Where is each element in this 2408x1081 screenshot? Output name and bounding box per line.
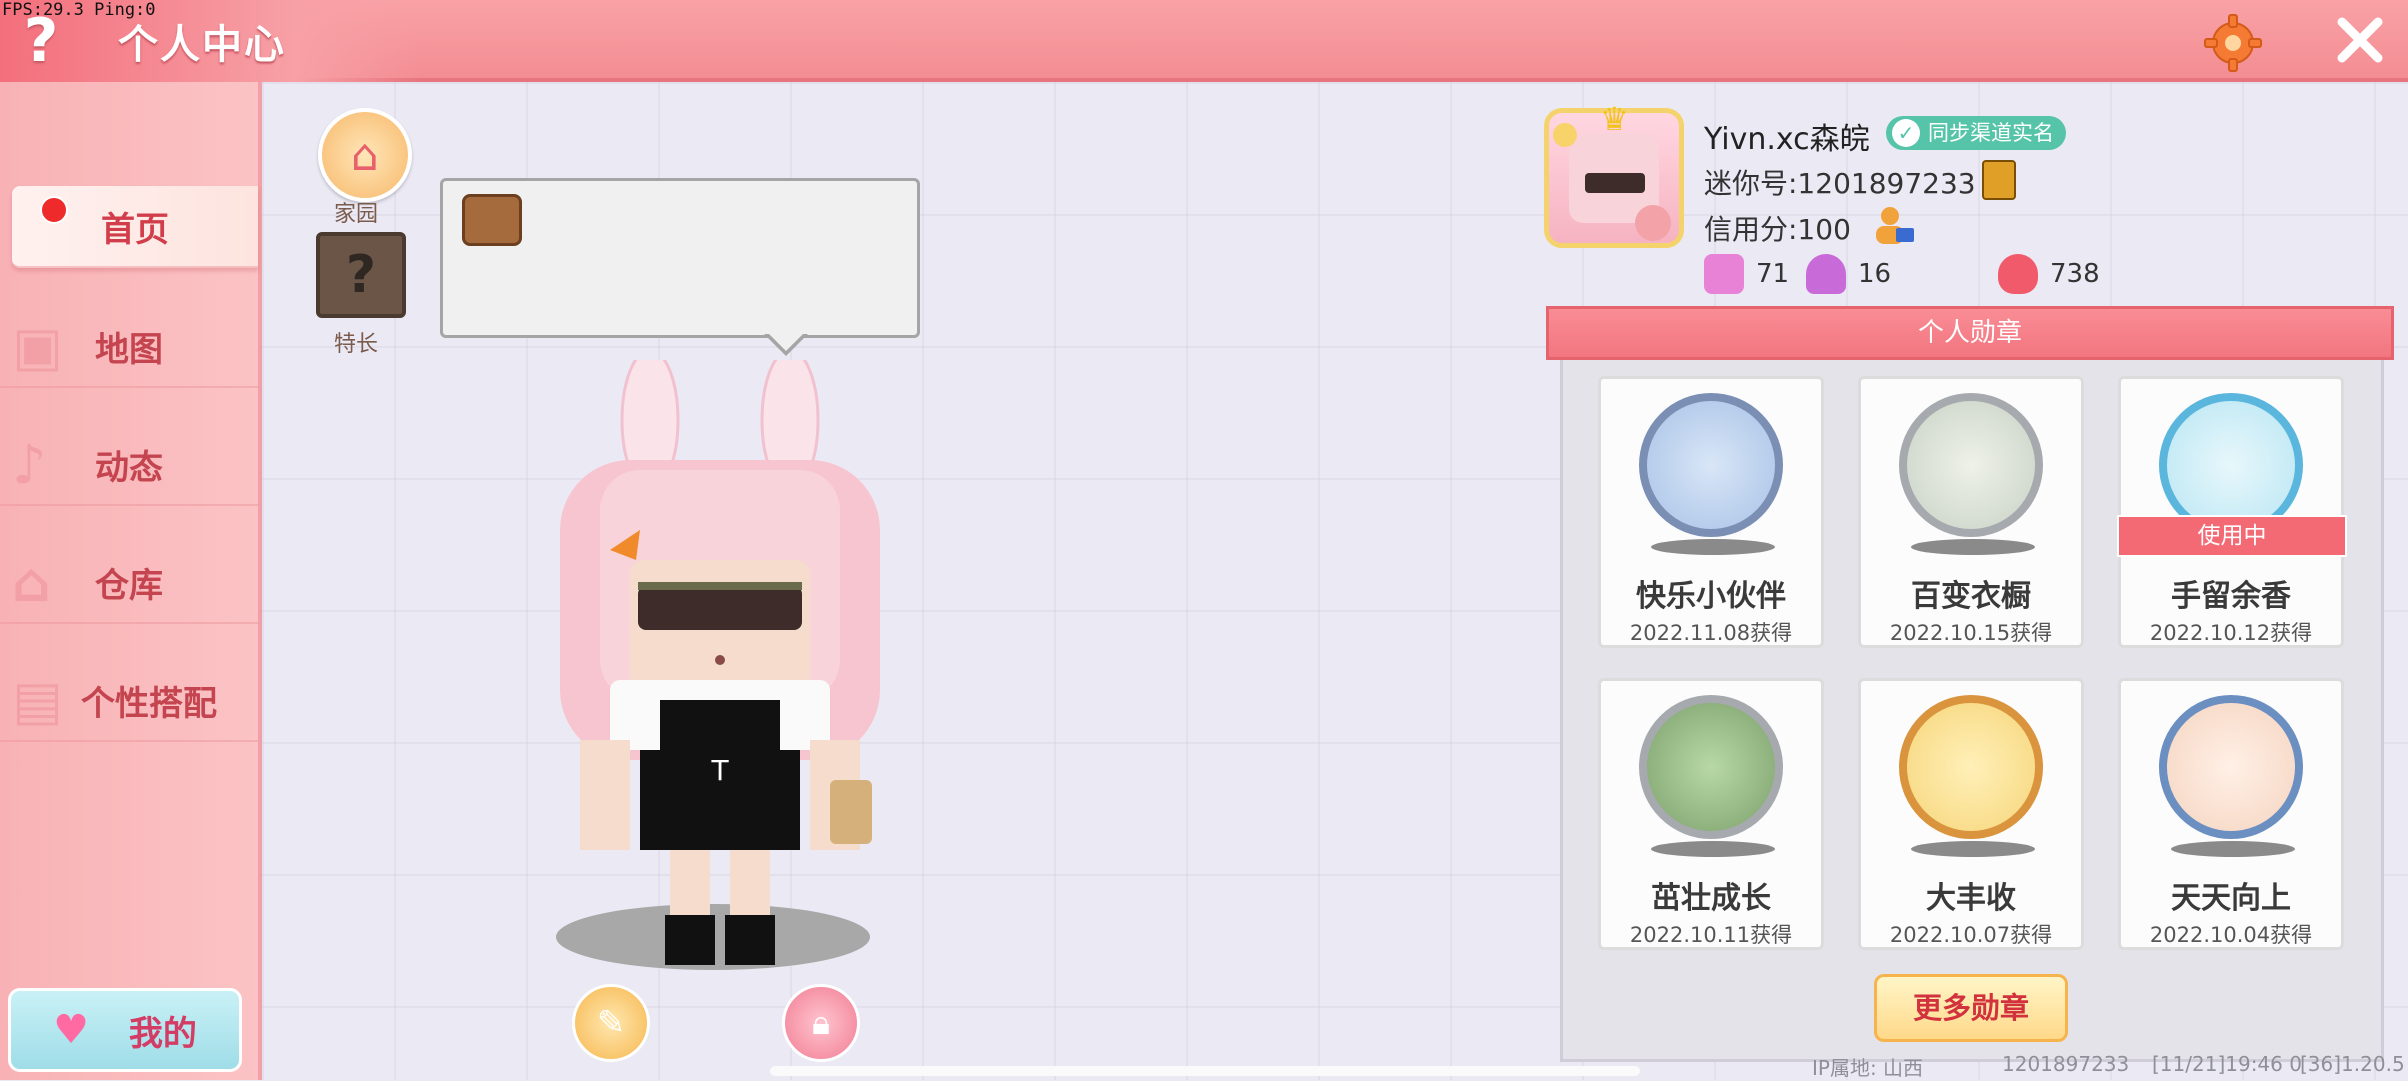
sidebar-item-feed[interactable]: ♪ 动态: [0, 424, 258, 506]
fps-readout: FPS:29.3 Ping:0: [2, 0, 156, 20]
badge-card[interactable]: 天天向上 2022.10.04获得: [2118, 678, 2344, 950]
badge-date: 2022.10.07获得: [1889, 923, 2053, 947]
house-icon: ⌂: [351, 129, 379, 181]
badge-stand: [1911, 539, 2035, 555]
wardrobe-medal-icon: [1899, 393, 2043, 537]
home-indicator: [770, 1066, 1640, 1076]
growth-medal-icon: [1639, 695, 1783, 839]
badge-section-header: 个人勋章: [1546, 306, 2394, 360]
copy-icon[interactable]: [1982, 160, 2016, 200]
edit-button[interactable]: ✎: [572, 984, 650, 1062]
footer-time: [11/21]19:46 0: [2152, 1052, 2302, 1076]
warehouse-icon: ⌂: [12, 550, 51, 614]
footer-version: [36]1.20.5: [2300, 1052, 2405, 1076]
stat-bookmark: 71: [1704, 254, 1789, 294]
badge-date: 2022.11.08获得: [1629, 621, 1793, 645]
badge-stand: [1911, 841, 2035, 857]
gear-icon[interactable]: [2202, 12, 2264, 74]
crown-icon: ♛: [1600, 100, 1629, 138]
badge-name: 茁壮成长: [1651, 881, 1771, 916]
bell-icon: ♪: [12, 432, 47, 496]
stat-popularity-value: 738: [2050, 259, 2100, 289]
bubble-tail-inner: [768, 333, 804, 351]
badge-stand: [1651, 539, 1775, 555]
sidebar: 首页 ▣ 地图 ♪ 动态 ⌂ 仓库 ▤ 个性搭配: [0, 82, 262, 1080]
badge-name: 大丰收: [1926, 881, 2016, 916]
badge-stand: [1651, 841, 1775, 857]
credit-person-icon[interactable]: [1872, 204, 1916, 246]
stat-popularity: 738: [1998, 254, 2100, 294]
bookmark-plus-icon: [1704, 254, 1744, 294]
badge-card[interactable]: 快乐小伙伴 2022.11.08获得: [1598, 376, 1824, 648]
badge-name: 百变衣橱: [1911, 579, 2031, 614]
friends-medal-icon: [1639, 393, 1783, 537]
pencil-icon: ✎: [596, 1003, 626, 1043]
question-block-icon: ?: [345, 245, 377, 305]
sidebar-item-warehouse[interactable]: ⌂ 仓库: [0, 542, 258, 624]
stat-fans-value: 16: [1858, 259, 1892, 289]
sidebar-item-map[interactable]: ▣ 地图: [0, 306, 258, 388]
lock-button[interactable]: 🔒︎: [782, 984, 860, 1062]
my-button-label: 我的: [128, 1013, 197, 1054]
person-check-icon: ✓: [1892, 119, 1920, 147]
sidebar-item-label: 首页: [101, 209, 169, 250]
heart-icon: ♥: [53, 1007, 89, 1053]
sidebar-item-label: 个性搭配: [81, 683, 217, 724]
avatar-character[interactable]: T: [520, 360, 920, 980]
home-label: 家园: [334, 202, 379, 227]
close-icon[interactable]: [2330, 10, 2390, 70]
badge-date: 2022.10.15获得: [1889, 621, 2053, 645]
badge-stand: [2171, 841, 2295, 857]
fans-icon: [1806, 254, 1846, 294]
home-button[interactable]: ⌂: [318, 108, 412, 202]
badge-date: 2022.10.11获得: [1629, 923, 1793, 947]
lock-icon: 🔒︎: [811, 1003, 831, 1043]
svg-text:T: T: [710, 754, 729, 787]
more-badges-button[interactable]: 更多勋章: [1874, 974, 2068, 1042]
badge-card[interactable]: 使用中 手留余香 2022.10.12获得: [2117, 376, 2347, 648]
badge-name: 手留余香: [2171, 579, 2291, 614]
my-button[interactable]: ♥ 我的: [8, 988, 242, 1072]
sidebar-item-label: 仓库: [95, 565, 163, 606]
ip-location: IP属地: 山西: [1812, 1056, 1924, 1080]
badge-date: 2022.10.12获得: [2149, 621, 2313, 645]
stat-fans: 16: [1806, 254, 1891, 294]
map-icon: ▣: [12, 314, 64, 378]
skill-label: 特长: [334, 332, 379, 357]
stat-bookmark-value: 71: [1756, 259, 1790, 289]
badge-card[interactable]: 百变衣橱 2022.10.15获得: [1858, 376, 2084, 648]
outfit-icon: ▤: [12, 668, 64, 732]
badge-date: 2022.10.04获得: [2149, 923, 2313, 947]
footer-uid: 1201897233: [2002, 1052, 2130, 1076]
skill-button[interactable]: ?: [316, 232, 406, 318]
credit-score: 信用分:100: [1704, 213, 1851, 246]
sidebar-item-label: 动态: [95, 447, 163, 488]
page-title: 个人中心: [118, 22, 286, 68]
harvest-medal-icon: [1899, 695, 2043, 839]
top-bar: ? 个人中心: [0, 0, 2408, 82]
badge-name: 天天向上: [2171, 881, 2291, 916]
daily-up-medal-icon: [2159, 695, 2303, 839]
username: Yivn.xc森皖: [1704, 122, 1870, 157]
verify-label: 同步渠道实名: [1928, 121, 2054, 145]
sidebar-item-outfit[interactable]: ▤ 个性搭配: [0, 660, 258, 742]
in-use-ribbon: 使用中: [2117, 515, 2347, 557]
badge-name: 快乐小伙伴: [1636, 579, 1786, 614]
mini-id: 迷你号:1201897233: [1704, 167, 1976, 200]
badge-card[interactable]: 大丰收 2022.10.07获得: [1858, 678, 2084, 950]
verify-badge[interactable]: ✓ 同步渠道实名: [1886, 116, 2066, 150]
pet-icon: [462, 194, 522, 246]
flame-icon: [1998, 254, 2038, 294]
badge-card[interactable]: 茁壮成长 2022.10.11获得: [1598, 678, 1824, 950]
sidebar-item-label: 地图: [95, 329, 163, 370]
notification-dot: [40, 196, 68, 224]
